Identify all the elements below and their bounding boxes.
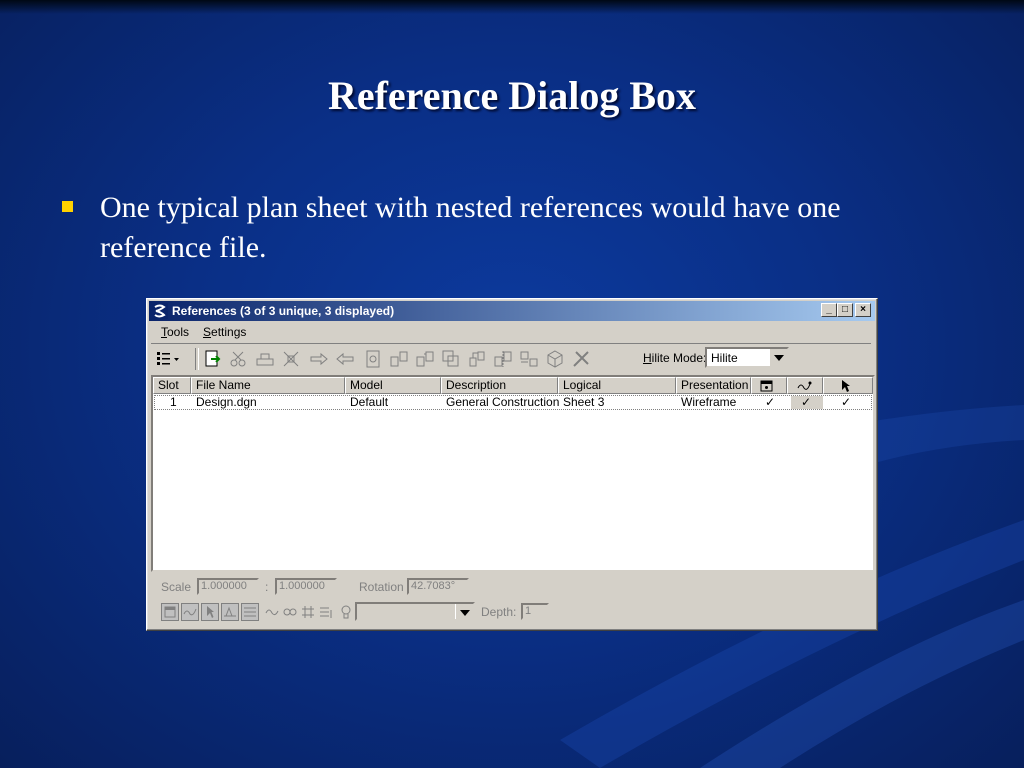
cell-presentation: Wireframe [681, 395, 737, 409]
table-row[interactable]: 1 Design.dgn Default General Constructio… [154, 395, 872, 410]
clip-boundary-icon[interactable] [281, 349, 301, 369]
display-icon [760, 380, 773, 392]
reference-properties: Scale 1.000000 : 1.000000 Rotation 42.70… [151, 577, 875, 629]
cell-model: Default [350, 395, 389, 409]
snap-lock-icon[interactable] [221, 603, 239, 621]
move-icon[interactable] [415, 349, 435, 369]
cell-display-check[interactable]: ✓ [765, 396, 775, 409]
depth-field[interactable]: 1 [521, 603, 549, 620]
column-header-locate[interactable] [823, 377, 873, 394]
cell-description: General Construction [446, 395, 560, 409]
cell-logical: Sheet 3 [563, 395, 605, 409]
display-toggle-icon[interactable] [161, 603, 179, 621]
levels-icon[interactable] [241, 603, 259, 621]
cell-locate-check[interactable]: ✓ [841, 396, 851, 409]
snap-toggle-icon[interactable] [181, 603, 199, 621]
menu-settings[interactable]: Settings [203, 325, 246, 339]
maximize-button[interactable]: □ [837, 303, 853, 317]
references-dialog: References (3 of 3 unique, 3 displayed) … [146, 298, 878, 631]
scale-master-field[interactable]: 1.000000 [197, 578, 259, 595]
column-header-file-name[interactable]: File Name [191, 377, 345, 394]
locate-toggle-icon[interactable] [201, 603, 219, 621]
rotation-field[interactable]: 42.7083° [407, 578, 469, 595]
mirror-vertical-icon[interactable] [519, 349, 539, 369]
copy-icon[interactable] [441, 349, 461, 369]
treat-as-element-icon[interactable] [317, 603, 335, 621]
depth-label: Depth: [481, 605, 517, 619]
top-shadow [0, 0, 1024, 14]
attach-icon[interactable] [203, 349, 223, 369]
cursor-arrow-icon [842, 380, 850, 392]
dialog-titlebar[interactable]: References (3 of 3 unique, 3 displayed) … [149, 301, 875, 321]
cell-slot: 1 [170, 395, 177, 409]
scale-separator: : [265, 580, 269, 594]
reload-icon[interactable] [255, 349, 275, 369]
column-header-display[interactable] [751, 377, 787, 394]
column-header-slot[interactable]: Slot [153, 377, 191, 394]
cell-file-name: Design.dgn [196, 395, 257, 409]
clip-front-icon[interactable] [335, 349, 355, 369]
clip-mask-icon[interactable] [309, 349, 329, 369]
references-table: Slot File Name Model Description Logical… [151, 375, 875, 572]
column-header-model[interactable]: Model [345, 377, 441, 394]
toolbar-separator [195, 348, 199, 370]
bullet-text: One typical plan sheet with nested refer… [100, 191, 841, 264]
menu-bar: Tools Settings [151, 323, 871, 341]
mirror-horizontal-icon[interactable] [493, 349, 513, 369]
scale-icon[interactable] [467, 349, 487, 369]
column-header-description[interactable]: Description [441, 377, 558, 394]
grid-icon[interactable] [299, 603, 317, 621]
column-header-snap[interactable] [787, 377, 823, 394]
snap-icon [797, 381, 812, 390]
hilite-mode-label: Hilite Mode: [643, 351, 707, 365]
hilite-mode-dropdown[interactable]: Hilite [705, 347, 789, 368]
column-header-presentation[interactable]: Presentation [676, 377, 751, 394]
cell-snap-check[interactable]: ✓ [791, 396, 823, 409]
nested-attachments-dropdown[interactable] [355, 602, 475, 621]
dialog-title: References (3 of 3 unique, 3 displayed) [172, 304, 395, 318]
exchange-icon[interactable] [545, 349, 565, 369]
unlink-icon[interactable] [281, 603, 299, 621]
settings-close-icon[interactable] [571, 349, 591, 369]
rotation-label: Rotation [359, 580, 404, 594]
clip-back-icon[interactable] [363, 349, 383, 369]
microstation-app-icon [152, 303, 168, 319]
close-button[interactable]: × [855, 303, 871, 317]
chevron-down-icon[interactable] [769, 349, 787, 366]
slide-title: Reference Dialog Box [327, 73, 697, 118]
link-icon[interactable] [263, 603, 281, 621]
list-view-icon[interactable] [155, 349, 181, 369]
lightbulb-icon[interactable] [337, 603, 355, 621]
toolbar: Hilite Mode: Hilite [151, 343, 871, 372]
scale-reference-field[interactable]: 1.000000 [275, 578, 337, 595]
hilite-mode-value: Hilite [711, 351, 738, 365]
scale-label: Scale [161, 580, 192, 594]
detach-icon[interactable] [229, 349, 249, 369]
minimize-button[interactable]: _ [821, 303, 837, 317]
rotate-icon[interactable] [389, 349, 409, 369]
menu-tools[interactable]: Tools [161, 325, 189, 339]
bullet-square-icon [62, 201, 73, 212]
column-header-logical[interactable]: Logical [558, 377, 676, 394]
chevron-down-icon[interactable] [455, 604, 473, 619]
